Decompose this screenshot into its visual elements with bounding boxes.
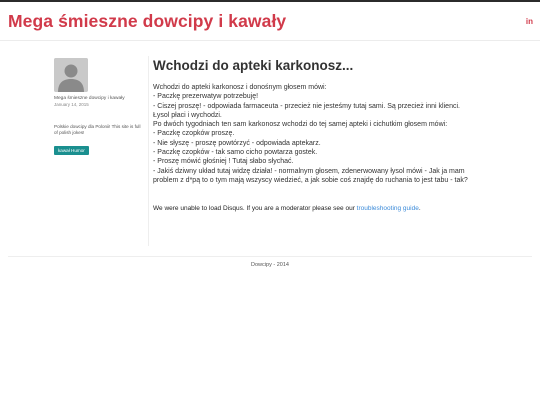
post-line: - Paczkę czopków proszę.: [153, 130, 235, 138]
disqus-notice: We were unable to load Disqus. If you ar…: [153, 205, 513, 212]
column-divider: [148, 56, 149, 246]
site-title[interactable]: Mega śmieszne dowcipy i kawały: [8, 11, 286, 32]
footer-divider: [8, 256, 532, 257]
post-line: Po dwóch tygodniach ten sam karkonosz wc…: [153, 121, 448, 129]
post-line: problem z d*pą to o tym mają wszyscy wie…: [153, 176, 468, 184]
footer-text: Dowcipy - 2014: [251, 262, 289, 268]
disqus-suffix: .: [418, 205, 421, 213]
site-header: Mega śmieszne dowcipy i kawały in: [0, 2, 540, 41]
disqus-message: We were unable to load Disqus. If you ar…: [153, 205, 357, 213]
user-avatar-icon: [54, 58, 88, 92]
post-body: Wchodzi do apteki karkonosz i donośnym g…: [153, 83, 513, 185]
post-line: - Nie słyszę - proszę powtórzyć - odpowi…: [153, 139, 321, 147]
site-description: Polskie dowcipy dla Polonii! This site i…: [54, 124, 141, 136]
post-line: - Paczkę prezerwatyw potrzebuję!: [153, 93, 259, 101]
post-line: - Proszę mówić głośniej ! Tutaj słabo sł…: [153, 158, 294, 166]
post-title[interactable]: Wchodzi do apteki karkonosz...: [153, 58, 513, 73]
author-sidebar: Mega śmieszne dowcipy i kawały January 1…: [54, 58, 144, 157]
post-line: - Ciszej proszę! - odpowiada farmaceuta …: [153, 102, 460, 110]
post-date: January 14, 2015: [54, 102, 89, 107]
post-line: - Jakiś dziwny układ tutaj widzę działa!…: [153, 167, 465, 175]
linkedin-icon[interactable]: in: [526, 17, 533, 26]
tag-badge[interactable]: kawał Humor: [54, 146, 89, 156]
post-line: Wchodzi do apteki karkonosz i donośnym g…: [153, 84, 327, 91]
post-line: - Paczkę czopków - tak samo cicho powtar…: [153, 149, 318, 157]
post-line: Łysol płaci i wychodzi.: [153, 111, 222, 119]
troubleshooting-link[interactable]: troubleshooting guide: [357, 205, 419, 212]
post-content: Wchodzi do apteki karkonosz... Wchodzi d…: [153, 58, 513, 212]
